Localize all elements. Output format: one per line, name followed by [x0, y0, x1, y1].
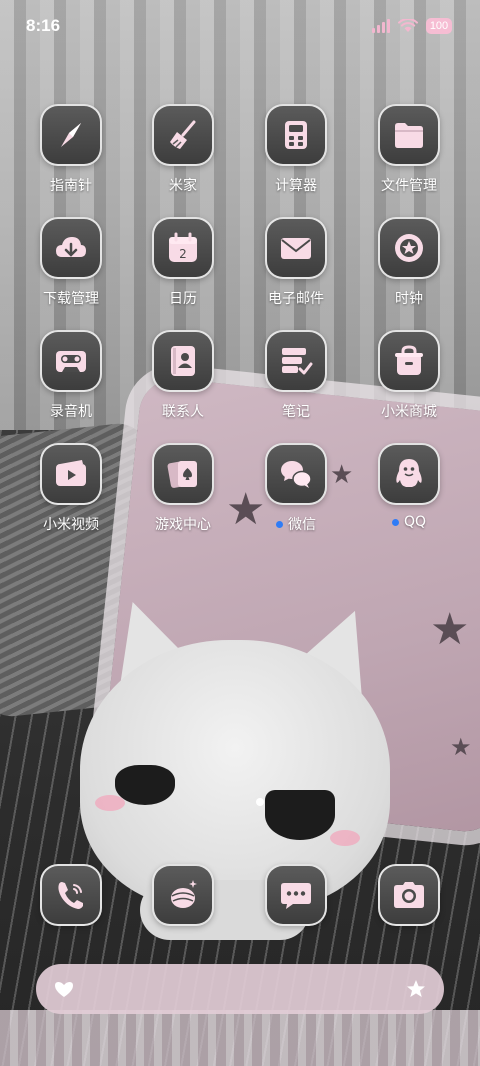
- svg-text:2: 2: [179, 247, 187, 261]
- wallpaper-cat-eye: [115, 765, 175, 805]
- camera-icon: [378, 864, 440, 926]
- app-label: 微信: [276, 514, 316, 534]
- dock-ball-app[interactable]: [133, 864, 233, 926]
- app-label: 指南针: [50, 178, 92, 194]
- wallpaper-cat-eye: [265, 790, 335, 840]
- app-recorder[interactable]: 录音机: [21, 330, 121, 421]
- app-qq[interactable]: QQ: [359, 443, 459, 530]
- chat-bubbles-icon: [265, 443, 327, 505]
- search-bar[interactable]: [36, 964, 444, 1014]
- app-label: 计算器: [275, 178, 317, 194]
- cloud-download-icon: [40, 217, 102, 279]
- dock: [0, 864, 480, 926]
- app-calculator[interactable]: 计算器: [246, 104, 346, 195]
- wifi-icon: [398, 19, 418, 32]
- cards-icon: [152, 443, 214, 505]
- app-mi-video[interactable]: 小米视频: [21, 443, 121, 534]
- message-icon: [265, 864, 327, 926]
- app-label: 文件管理: [381, 178, 437, 194]
- app-label: 电子邮件: [268, 291, 324, 307]
- status-bar: 8:16 100: [0, 0, 480, 52]
- app-label: 联系人: [162, 404, 204, 420]
- app-game-center[interactable]: 游戏中心: [133, 443, 233, 534]
- folder-icon: [378, 104, 440, 166]
- app-file-manager[interactable]: 文件管理: [359, 104, 459, 195]
- app-label: 小米商城: [381, 404, 437, 420]
- signal-icon: [372, 19, 390, 33]
- app-wechat[interactable]: 微信: [246, 443, 346, 534]
- dock-messages[interactable]: [246, 864, 346, 926]
- star-icon[interactable]: [404, 977, 428, 1001]
- penguin-icon: [378, 443, 440, 505]
- phone-icon: [40, 864, 102, 926]
- new-install-dot: [276, 520, 283, 528]
- video-icon: [40, 443, 102, 505]
- app-label: 米家: [169, 178, 197, 194]
- contacts-icon: [152, 330, 214, 392]
- app-clock[interactable]: 时钟: [359, 217, 459, 308]
- app-label: 游戏中心: [155, 517, 211, 533]
- app-compass[interactable]: 指南针: [21, 104, 121, 195]
- clock-time: 8:16: [26, 16, 61, 35]
- app-notes[interactable]: 笔记: [246, 330, 346, 421]
- store-icon: [378, 330, 440, 392]
- app-mijia[interactable]: 米家: [133, 104, 233, 195]
- status-icons: 100: [372, 18, 452, 34]
- broom-icon: [152, 104, 214, 166]
- mail-icon: [265, 217, 327, 279]
- app-contacts[interactable]: 联系人: [133, 330, 233, 421]
- app-email[interactable]: 电子邮件: [246, 217, 346, 308]
- dock-phone[interactable]: [21, 864, 121, 926]
- app-label: 小米视频: [43, 517, 99, 533]
- app-label: 笔记: [282, 404, 310, 420]
- compass-icon: [40, 104, 102, 166]
- notes-icon: [265, 330, 327, 392]
- app-download-manager[interactable]: 下载管理: [21, 217, 121, 308]
- wallpaper-star: ★: [450, 733, 472, 761]
- ball-icon: [152, 864, 214, 926]
- app-label: 下载管理: [43, 291, 99, 307]
- wallpaper-star: ★: [430, 604, 470, 655]
- calendar-icon: 2: [152, 217, 214, 279]
- wallpaper-cat-blush: [330, 830, 360, 846]
- cassette-icon: [40, 330, 102, 392]
- calculator-icon: [265, 104, 327, 166]
- new-install-dot: [391, 518, 399, 526]
- app-label: 时钟: [395, 291, 423, 307]
- page-indicator[interactable]: [256, 798, 264, 806]
- app-mi-store[interactable]: 小米商城: [359, 330, 459, 421]
- wallpaper-cat-blush: [95, 795, 125, 811]
- heart-icon: [55, 982, 73, 997]
- clock-icon: [378, 217, 440, 279]
- app-label: 日历: [169, 291, 197, 307]
- app-calendar[interactable]: 2 日历: [133, 217, 233, 308]
- battery-indicator: 100: [426, 18, 452, 34]
- app-label: QQ: [391, 514, 426, 530]
- dock-camera[interactable]: [359, 864, 459, 926]
- app-label: 录音机: [50, 404, 92, 420]
- wallpaper-lace: [0, 1010, 480, 1066]
